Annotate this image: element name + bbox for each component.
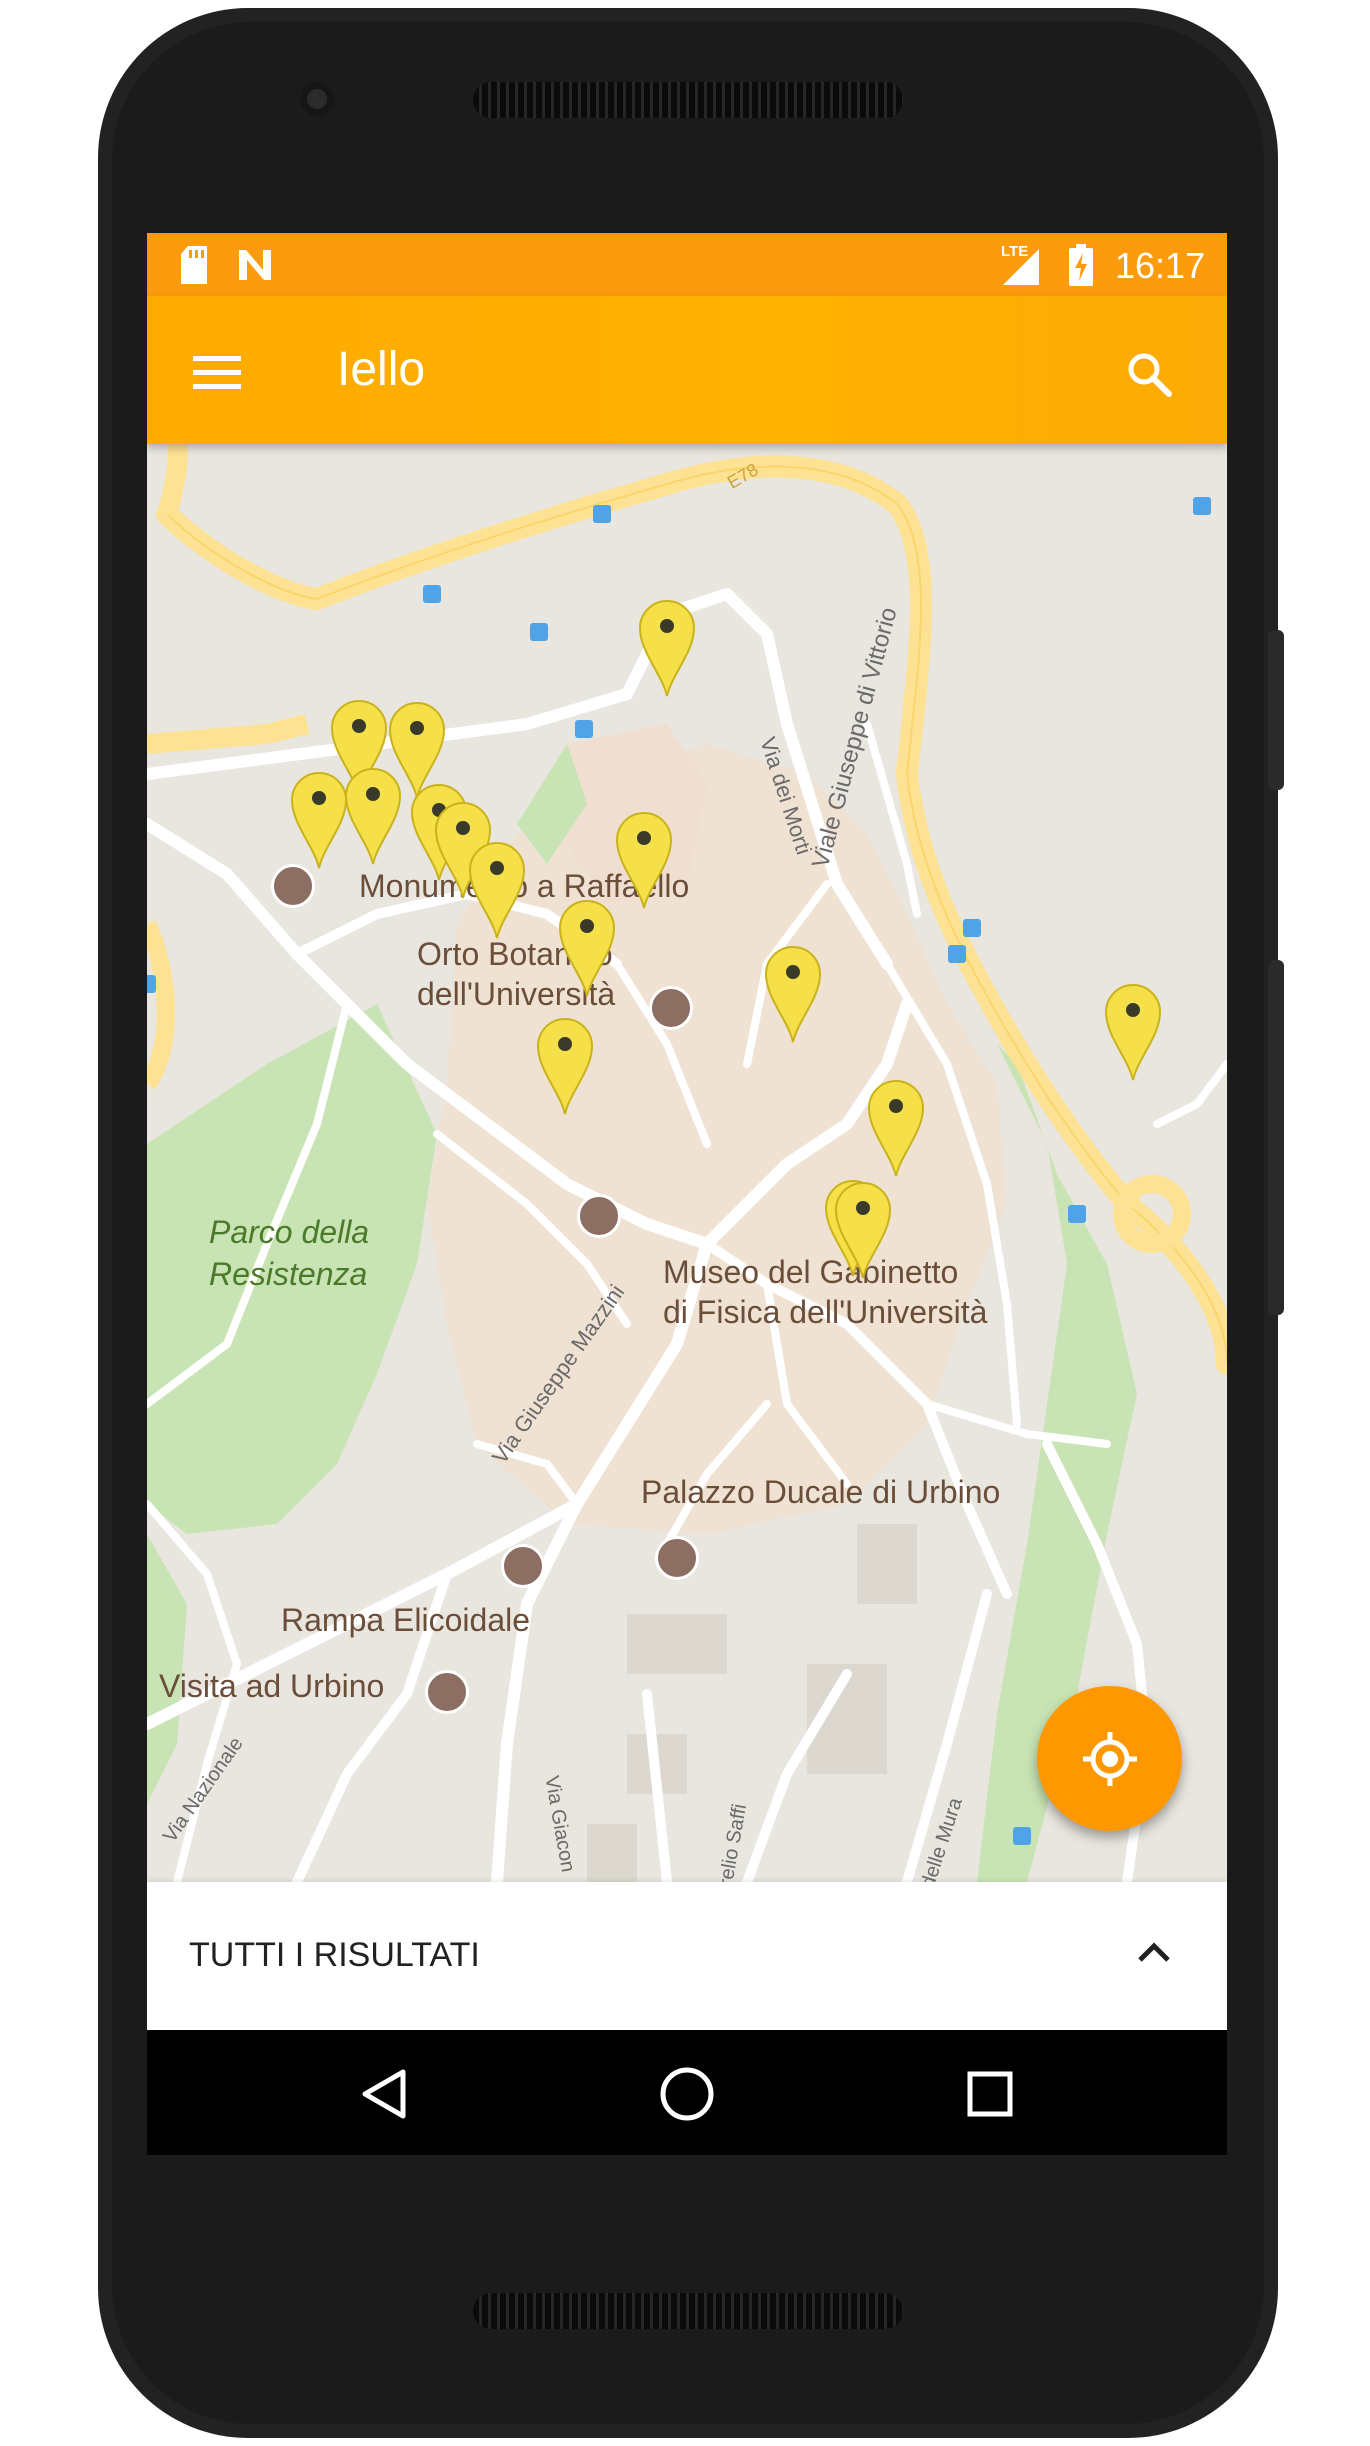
status-bar: LTE 16:17: [147, 233, 1227, 296]
map-marker-pin-icon[interactable]: [342, 762, 404, 866]
map-marker-pin-icon[interactable]: [832, 1176, 894, 1280]
app-toolbar: Iello: [147, 296, 1227, 444]
home-icon[interactable]: [659, 2066, 715, 2122]
battery-charging-icon: [1069, 244, 1093, 286]
map-marker-pin-icon[interactable]: [636, 594, 698, 698]
my-location-button[interactable]: [1037, 1686, 1182, 1831]
power-button: [1268, 630, 1284, 790]
screen: LTE 16:17 Iello E78 Viale Giuseppe di Vi…: [147, 233, 1227, 2155]
my-location-icon: [1083, 1732, 1137, 1786]
results-title: TUTTI I RISULTATI: [189, 1936, 480, 1974]
menu-button[interactable]: [177, 336, 247, 406]
bottom-speaker: [473, 2293, 903, 2329]
map-markers: [147, 444, 1227, 1882]
chevron-up-icon[interactable]: [1137, 1940, 1171, 1964]
map-marker-pin-icon[interactable]: [288, 766, 350, 870]
nougat-icon: [239, 250, 271, 280]
results-bottom-sheet[interactable]: TUTTI I RISULTATI: [147, 1882, 1227, 2030]
map-marker-pin-icon[interactable]: [556, 894, 618, 998]
map-marker-pin-icon[interactable]: [762, 940, 824, 1044]
app-title: Iello: [337, 343, 426, 396]
back-icon[interactable]: [359, 2068, 407, 2120]
sd-card-icon: [181, 246, 207, 284]
map-marker-pin-icon[interactable]: [1102, 978, 1164, 1082]
volume-button: [1268, 960, 1284, 1315]
signal-icon: [1003, 249, 1039, 285]
top-speaker: [473, 82, 903, 118]
front-camera: [300, 82, 334, 116]
map-marker-pin-icon[interactable]: [613, 806, 675, 910]
map-marker-pin-icon[interactable]: [466, 836, 528, 940]
search-icon: [1128, 353, 1172, 397]
system-nav-bar: [147, 2030, 1227, 2155]
map-marker-pin-icon[interactable]: [534, 1012, 596, 1116]
clock: 16:17: [1115, 245, 1206, 286]
search-button[interactable]: [1107, 332, 1187, 412]
hamburger-menu-icon: [193, 356, 241, 389]
map-view[interactable]: E78 Viale Giuseppe di Vittorio Via dei M…: [147, 444, 1227, 1891]
map-marker-pin-icon[interactable]: [865, 1074, 927, 1178]
recents-icon[interactable]: [966, 2070, 1014, 2118]
